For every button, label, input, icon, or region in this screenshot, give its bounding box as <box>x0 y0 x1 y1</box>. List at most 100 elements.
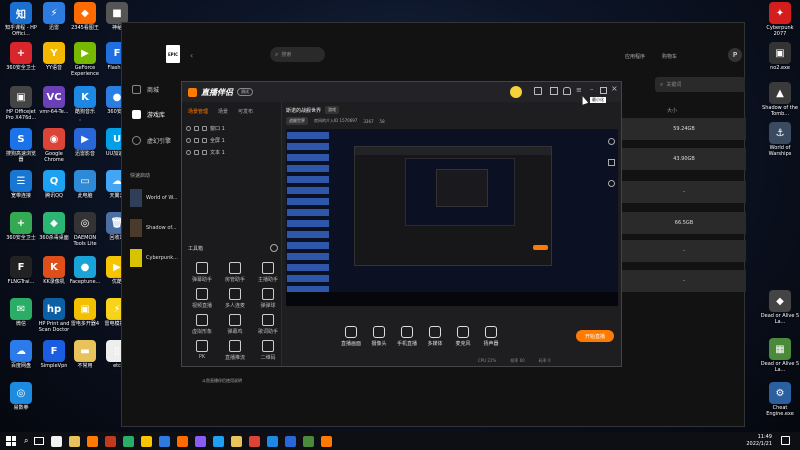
taskbar-app-icon[interactable] <box>249 435 261 447</box>
epic-logo[interactable]: EPIC <box>166 45 180 63</box>
desktop-icon-8[interactable]: ▣ HP Officejet Pro X476d... <box>4 86 38 121</box>
library-row[interactable]: - <box>622 181 746 203</box>
epic-side-store[interactable]: 商城 <box>132 85 159 94</box>
quick-launch-item[interactable]: Shadow of... <box>130 219 177 237</box>
taskbar-app-icon[interactable] <box>87 435 99 447</box>
taskbar-app-icon[interactable] <box>303 435 315 447</box>
tool-button[interactable]: 弹幕鸡 <box>221 314 249 335</box>
menu-icon[interactable]: ≡ <box>576 86 582 94</box>
desktop-icon-1[interactable]: ⚡ 迅雷 <box>37 2 71 31</box>
epic-search-input[interactable]: ⌕ 搜索 <box>270 47 325 62</box>
taskbar-app-icon[interactable] <box>105 435 117 447</box>
tool-button[interactable]: PK <box>188 340 216 360</box>
footer-note[interactable]: 斗鱼直播伴侣使用说明 <box>202 378 242 384</box>
desktop-right-icon-6[interactable]: ⚙ Cheat Engine.exe <box>760 382 800 417</box>
settings-icon[interactable] <box>608 138 615 145</box>
desktop-icon-28[interactable]: ✉ 微信 <box>4 298 38 327</box>
desktop-icon-24[interactable]: F FLNGTrai... <box>4 256 38 285</box>
start-button[interactable] <box>6 436 16 446</box>
epic-nav-cart[interactable]: 购物车 <box>662 53 677 60</box>
desktop-icon-34[interactable]: ▬ 不常用 <box>68 340 102 369</box>
desktop-icon-26[interactable]: ● Faceptune... <box>68 256 102 285</box>
desktop-right-icon-0[interactable]: ✦ Cyberpunk 2077 <box>760 2 800 37</box>
eye-icon[interactable] <box>186 137 191 143</box>
epic-nav-apps[interactable]: 应用程序 <box>625 53 645 60</box>
desktop-right-icon-5[interactable]: ▦ Dead or Alive 5 La... <box>760 338 800 373</box>
restore-icon[interactable] <box>600 87 607 94</box>
message-icon[interactable] <box>534 87 542 95</box>
tab-scene[interactable]: 场景 <box>218 108 228 115</box>
epic-side-unreal[interactable]: 虚幻引擎 <box>132 136 171 145</box>
search-icon[interactable]: ⌕ <box>24 436 28 446</box>
desktop-icon-14[interactable]: ▶ 迅雷影音 <box>68 128 102 157</box>
desktop-icon-6[interactable]: ▶ GeForce Experience <box>68 42 102 77</box>
desktop-icon-9[interactable]: VC vmr-64-Te... <box>37 86 71 115</box>
taskbar-app-icon[interactable] <box>285 435 297 447</box>
lock-icon[interactable] <box>194 125 199 131</box>
lock-icon[interactable] <box>194 149 199 155</box>
tool-button[interactable]: 虚拟形象 <box>188 314 216 335</box>
desktop-icon-25[interactable]: K KK录像机 <box>37 256 71 285</box>
taskbar-app-icon[interactable] <box>69 435 81 447</box>
desktop-icon-20[interactable]: +360安全卫士 <box>4 212 38 241</box>
room-category[interactable]: 战舰世界 <box>286 117 308 125</box>
user-avatar[interactable] <box>510 86 522 98</box>
tab-scene-manage[interactable]: 场景管理 <box>188 108 208 115</box>
desktop-icon-32[interactable]: ☁ 百度网盘 <box>4 340 38 369</box>
library-row[interactable]: 59.24GB <box>622 118 746 140</box>
avatar[interactable]: P <box>728 48 742 62</box>
taskbar-app-icon[interactable] <box>321 435 333 447</box>
taskbar-app-icon[interactable] <box>141 435 153 447</box>
taskbar-app-icon[interactable] <box>267 435 279 447</box>
desktop-icon-12[interactable]: S 搜狗高速浏览器 <box>4 128 38 163</box>
tool-button[interactable]: 二维码 <box>254 340 282 361</box>
desktop-right-icon-3[interactable]: ⚓ World of Warships <box>760 122 800 157</box>
epic-back-icon[interactable]: ‹ <box>190 51 193 60</box>
tool-button[interactable]: 直播推流 <box>221 340 249 361</box>
desktop-icon-2[interactable]: ◆ 2345看图王 <box>68 2 102 31</box>
taskbar-app-icon[interactable] <box>177 435 189 447</box>
stream-preview[interactable] <box>286 129 618 306</box>
tool-button[interactable]: 主播助手 <box>254 262 282 283</box>
room-tag[interactable]: 游戏 <box>325 106 340 114</box>
desktop-icon-22[interactable]: ◎ DAEMON Tools Lite <box>68 212 102 247</box>
epic-side-library[interactable]: 游戏库 <box>132 110 165 119</box>
desktop-icon-10[interactable]: K 酷狗音乐 <box>68 86 102 115</box>
box-icon[interactable] <box>550 87 558 95</box>
library-row[interactable]: - <box>622 270 746 292</box>
scene-item[interactable]: 文本 1 <box>182 146 281 158</box>
library-search-input[interactable]: ⌕ 关键词 <box>655 77 745 92</box>
bell-icon[interactable] <box>563 87 571 95</box>
tool-button[interactable]: 多人连麦 <box>221 288 249 309</box>
taskbar-app-icon[interactable] <box>123 435 135 447</box>
tool-button[interactable]: 弹弹球 <box>254 288 282 309</box>
notification-icon[interactable] <box>781 436 790 445</box>
desktop-icon-0[interactable]: 知知乎课程 - HP Offici... <box>4 2 38 37</box>
desktop-right-icon-4[interactable]: ◆ Dead or Alive 5 La... <box>760 290 800 325</box>
taskbar-app-icon[interactable] <box>159 435 171 447</box>
desktop-icon-5[interactable]: Y YY语音 <box>37 42 71 71</box>
quick-launch-item[interactable]: World of W... <box>130 189 177 207</box>
source-button[interactable]: 扬声器 <box>474 326 508 347</box>
clock[interactable]: 11:49 2022/1/21 <box>746 434 772 448</box>
desktop-icon-17[interactable]: Q 腾讯QQ <box>37 170 71 199</box>
tab-publish[interactable]: 可发布 <box>238 108 253 115</box>
refresh-icon[interactable] <box>608 180 615 187</box>
eye-icon[interactable] <box>186 125 191 131</box>
eye-icon[interactable] <box>186 149 191 155</box>
tool-button[interactable]: 房管助手 <box>221 262 249 283</box>
desktop-right-icon-1[interactable]: ▣ no2.exe <box>760 42 800 71</box>
tool-button[interactable]: 歌词助手 <box>254 314 282 335</box>
desktop-icon-4[interactable]: +360安全卫士 <box>4 42 38 71</box>
desktop-icon-13[interactable]: ◉ Google Chrome <box>37 128 71 163</box>
desktop-icon-33[interactable]: F SimpleVpn <box>37 340 71 369</box>
desktop-icon-18[interactable]: ▭ 此电脑 <box>68 170 102 199</box>
quick-launch-item[interactable]: Cyberpunk... <box>130 249 178 267</box>
taskbar-app-icon[interactable] <box>231 435 243 447</box>
lock-icon[interactable] <box>608 159 615 166</box>
library-row[interactable]: 66.5GB <box>622 212 746 234</box>
desktop-icon-16[interactable]: ☰ 宽带连接 <box>4 170 38 199</box>
minimize-icon[interactable]: – <box>590 85 594 93</box>
desktop-right-icon-2[interactable]: ▲ Shadow of the Tomb... <box>760 82 800 117</box>
lock-icon[interactable] <box>194 137 199 143</box>
